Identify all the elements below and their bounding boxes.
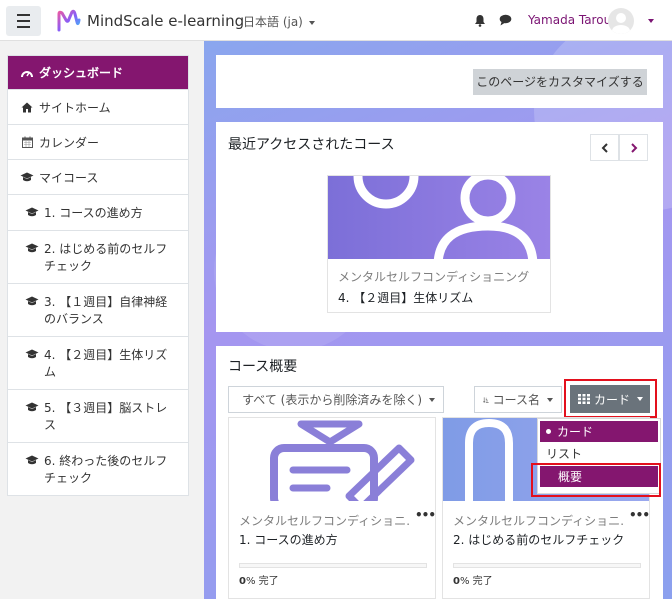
course-name[interactable]: 4. 【２週目】生体リズム <box>338 289 473 306</box>
course-image <box>328 176 550 259</box>
course-category: メンタルセルフコンディショニ… <box>453 514 623 528</box>
sidebar-item-course-6[interactable]: 6. 終わった後のセルフチェック <box>8 443 188 495</box>
progress-bar <box>453 563 641 568</box>
recent-courses-title: 最近アクセスされたコース <box>228 137 395 153</box>
sidebar-item-my-courses[interactable]: マイコース <box>8 160 188 195</box>
site-name[interactable]: MindScale e-learning <box>87 12 244 30</box>
language-label: 日本語 (ja) <box>243 15 303 29</box>
home-icon <box>20 102 34 113</box>
highlight-outline <box>531 463 661 497</box>
next-page-button[interactable] <box>619 134 648 161</box>
course-category: メンタルセルフコンディショニ… <box>239 514 409 528</box>
sidebar-item-dashboard[interactable]: ダッシュボード <box>8 56 188 90</box>
sidebar-item-course-5[interactable]: 5. 【３週目】脳ストレス <box>8 390 188 443</box>
graduation-cap-icon <box>20 172 34 182</box>
chat-icon[interactable] <box>499 14 512 26</box>
sidebar-nav: ダッシュボード サイトホーム カレンダー マイコース 1. コースの進め方 2.… <box>7 55 189 496</box>
customize-page-button[interactable]: このページをカスタマイズする <box>473 69 647 95</box>
recent-course-card[interactable]: メンタルセルフコンディショニング 4. 【２週目】生体リズム <box>327 175 551 313</box>
sidebar-item-course-3[interactable]: 3. 【１週目】自律神経のバランス <box>8 284 188 337</box>
sidebar-item-label: 1. コースの進め方 <box>44 206 143 220</box>
graduation-cap-icon <box>25 243 39 253</box>
view-option-label: リスト <box>546 447 583 461</box>
progress-text: 0% 完了 <box>239 572 279 587</box>
course-card[interactable]: メンタルセルフコンディショニ… ••• 1. コースの進め方 0% 完了 <box>228 417 436 599</box>
progress-text: 0% 完了 <box>453 572 493 587</box>
sidebar-item-label: マイコース <box>39 170 99 185</box>
sidebar-item-calendar[interactable]: カレンダー <box>8 125 188 160</box>
course-overview-title: コース概要 <box>228 359 298 375</box>
sidebar-item-course-4[interactable]: 4. 【２週目】生体リズム <box>8 337 188 390</box>
chevron-down-icon <box>429 397 435 402</box>
graduation-cap-icon <box>25 402 39 412</box>
progress-value: 0 <box>239 576 246 587</box>
sidebar-item-site-home[interactable]: サイトホーム <box>8 90 188 125</box>
sort-dropdown-button[interactable]: コース名 <box>474 386 562 413</box>
chevron-down-icon <box>547 397 553 402</box>
course-name[interactable]: 2. はじめる前のセルフチェック <box>453 531 624 548</box>
graduation-cap-icon <box>25 349 39 359</box>
sidebar-item-label: カレンダー <box>39 135 100 150</box>
selected-bullet-icon <box>546 429 551 434</box>
progress-suffix: % 完了 <box>459 576 493 587</box>
sidebar-item-label: 4. 【２週目】生体リズム <box>44 348 168 379</box>
top-navbar: MindScale e-learning 日本語 (ja) Yamada Tar… <box>0 0 672 41</box>
dashboard-icon <box>20 68 34 78</box>
chevron-right-icon <box>630 142 637 153</box>
user-avatar-icon <box>612 13 630 34</box>
avatar[interactable] <box>608 8 634 34</box>
sidebar-item-label: 6. 終わった後のセルフチェック <box>44 454 168 485</box>
view-option-list[interactable]: リスト <box>540 443 658 464</box>
progress-value: 0 <box>453 576 460 587</box>
clipboard-pencil-icon <box>270 420 415 501</box>
graduation-cap-icon <box>25 455 39 465</box>
graduation-cap-icon <box>25 207 39 217</box>
sidebar-item-label: 2. はじめる前のセルフチェック <box>44 242 168 273</box>
view-option-label: カード <box>557 425 594 439</box>
filter-dropdown-button[interactable]: すべて (表示から削除済みを除く) <box>228 386 444 413</box>
graduation-cap-icon <box>25 296 39 306</box>
chevron-down-icon <box>308 20 315 25</box>
sidebar-item-course-2[interactable]: 2. はじめる前のセルフチェック <box>8 231 188 284</box>
course-image <box>229 418 435 501</box>
user-name[interactable]: Yamada Tarou <box>528 13 611 27</box>
course-category: メンタルセルフコンディショニング <box>338 270 530 284</box>
view-option-card[interactable]: カード <box>540 421 658 442</box>
chevron-left-icon <box>601 142 608 153</box>
more-options-icon[interactable]: ••• <box>415 508 436 522</box>
language-selector[interactable]: 日本語 (ja) <box>243 13 315 30</box>
sidebar-item-label: ダッシュボード <box>39 66 124 80</box>
hamburger-icon <box>17 12 30 30</box>
progress-bar <box>239 563 427 568</box>
calendar-icon <box>20 136 34 148</box>
sidebar-item-course-1[interactable]: 1. コースの進め方 <box>8 195 188 231</box>
sort-label: コース名 <box>492 393 540 407</box>
highlight-outline <box>564 379 657 418</box>
sidebar-item-label: 3. 【１週目】自律神経のバランス <box>44 295 168 326</box>
more-options-icon[interactable]: ••• <box>629 508 650 522</box>
people-icon <box>353 176 538 259</box>
bell-icon[interactable] <box>474 14 486 27</box>
sort-icon <box>483 396 489 403</box>
hamburger-menu-button[interactable] <box>6 6 41 36</box>
sidebar-item-label: 5. 【３週目】脳ストレス <box>44 401 168 432</box>
user-menu-chevron-icon[interactable] <box>648 19 654 23</box>
sidebar-item-label: サイトホーム <box>39 100 111 115</box>
filter-label: すべて (表示から削除済みを除く) <box>242 393 422 407</box>
progress-suffix: % 完了 <box>245 576 279 587</box>
previous-page-button[interactable] <box>590 134 619 161</box>
site-logo[interactable] <box>56 8 82 34</box>
course-name[interactable]: 1. コースの進め方 <box>239 531 338 548</box>
